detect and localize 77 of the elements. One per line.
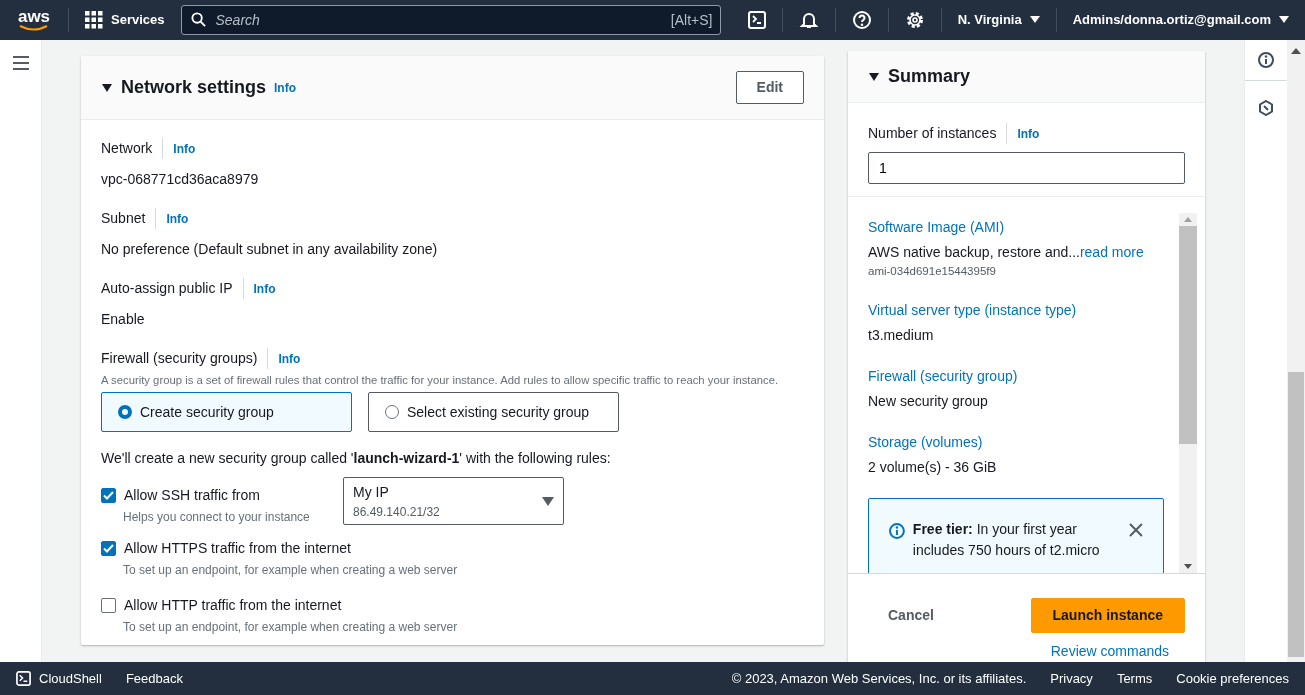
caret-icon xyxy=(1279,16,1289,24)
copyright-text: © 2023, Amazon Web Services, Inc. or its affiliates. xyxy=(731,669,1027,688)
scrollbar[interactable] xyxy=(1179,213,1197,573)
field-value: Enable xyxy=(101,310,146,329)
ami-id: ami-034d691e1544395f9 xyxy=(868,264,997,279)
terminal-icon[interactable] xyxy=(747,11,766,29)
checkbox[interactable] xyxy=(101,598,116,613)
account-menu[interactable]: Admins/donna.ortiz@gmail.com xyxy=(1072,10,1289,30)
checkbox-hint: Helps you connect to your instance xyxy=(123,509,311,526)
info-icon[interactable] xyxy=(1258,52,1274,68)
read-more-link[interactable]: read more xyxy=(1079,244,1144,260)
checkbox[interactable] xyxy=(101,541,116,556)
notice-text: Free tier: In your first year includes 750 hours of t2.micro xyxy=(912,520,1101,561)
cancel-button[interactable]: Cancel xyxy=(868,599,954,632)
menu-icon[interactable] xyxy=(12,56,29,70)
shortcut-hint: [Alt+S] xyxy=(670,11,713,30)
cloudshell-link[interactable]: CloudShell xyxy=(16,668,102,689)
summary-link[interactable]: Storage (volumes) xyxy=(868,432,1179,454)
radio-option[interactable]: Create security group xyxy=(101,392,352,432)
summary-value: AWS native backup, restore and...read more xyxy=(868,243,1145,262)
bell-icon[interactable] xyxy=(798,10,819,30)
field-value: vpc-068771cd36aca8979 xyxy=(101,170,260,189)
launch-instance-button[interactable]: Launch instance xyxy=(1030,598,1185,633)
review-commands-link[interactable]: Review commands xyxy=(1050,643,1169,659)
info-icon xyxy=(889,523,905,540)
checkbox[interactable] xyxy=(101,488,116,503)
field-label: Number of instances xyxy=(868,124,997,143)
grid-icon xyxy=(85,11,103,29)
footer-link[interactable]: Terms xyxy=(1116,668,1153,689)
caret-icon xyxy=(542,496,554,506)
field-label: Auto-assign public IP xyxy=(101,279,233,298)
summary-value: 2 volume(s) - 36 GiB xyxy=(868,458,998,478)
aws-logo[interactable]: aws xyxy=(16,9,52,31)
expand-toggle-icon[interactable] xyxy=(101,81,113,94)
info-link[interactable]: Info xyxy=(253,282,276,296)
checkbox-hint: To set up an endpoint, for example when creating a web server xyxy=(123,619,458,636)
field-label: Firewall (security groups) xyxy=(101,349,258,368)
summary-value: New security group xyxy=(868,392,989,412)
section-title: Network settings xyxy=(121,76,267,99)
close-icon[interactable] xyxy=(1129,523,1143,538)
source-dropdown[interactable]: My IP 86.49.140.21/32 xyxy=(343,477,564,525)
info-link[interactable]: Info xyxy=(166,212,189,226)
checkbox-label: Allow HTTP traffic from the internet xyxy=(124,596,342,615)
info-link[interactable]: Info xyxy=(173,142,196,156)
summary-link[interactable]: Firewall (security group) xyxy=(868,366,1179,388)
field-label: Network xyxy=(101,139,153,158)
instances-input[interactable]: 1 xyxy=(868,152,1185,184)
summary-link[interactable]: Software Image (AMI) xyxy=(868,217,1179,238)
footer-link[interactable]: Cookie preferences xyxy=(1176,668,1289,689)
services-menu[interactable]: Services xyxy=(85,10,165,30)
footer-link[interactable]: Privacy xyxy=(1050,668,1093,689)
section-title: Summary xyxy=(888,65,971,88)
info-link[interactable]: Info xyxy=(274,78,297,97)
checkbox-label: Allow HTTPS traffic from the internet xyxy=(124,539,351,558)
info-link[interactable]: Info xyxy=(278,352,301,366)
search-icon xyxy=(190,12,206,27)
radio-option[interactable]: Select existing security group xyxy=(368,392,619,432)
field-value: No preference (Default subnet in any availability zone) xyxy=(101,240,439,259)
rules-intro: We'll create a new security group called 'launch-wizard-1' with the following rules: xyxy=(101,449,612,468)
feedback-link[interactable]: Feedback xyxy=(125,668,183,689)
hexagon-icon[interactable] xyxy=(1258,100,1274,117)
scroll-up-arrow-icon[interactable] xyxy=(1291,48,1301,54)
info-link[interactable]: Info xyxy=(1017,127,1040,141)
summary-link[interactable]: Virtual server type (instance type) xyxy=(868,300,1179,322)
terminal-icon xyxy=(16,671,31,686)
field-label: Subnet xyxy=(101,209,146,228)
help-icon[interactable] xyxy=(851,10,872,30)
field-description: A security group is a set of firewall rules that control the traffic for your instance. Add rules to allow specific traffic to reach your instance. xyxy=(101,373,780,388)
region-menu[interactable]: N. Virginia xyxy=(957,10,1040,30)
settings-icon[interactable] xyxy=(904,10,925,30)
checkbox-label: Allow SSH traffic from xyxy=(124,486,260,505)
caret-icon xyxy=(1029,16,1040,24)
scroll-down-arrow-icon[interactable] xyxy=(1184,564,1192,569)
summary-value: t3.medium xyxy=(868,326,935,346)
edit-button[interactable]: Edit xyxy=(735,71,804,104)
expand-toggle-icon[interactable] xyxy=(868,70,880,83)
checkbox-hint: To set up an endpoint, for example when creating a web server xyxy=(123,562,458,579)
